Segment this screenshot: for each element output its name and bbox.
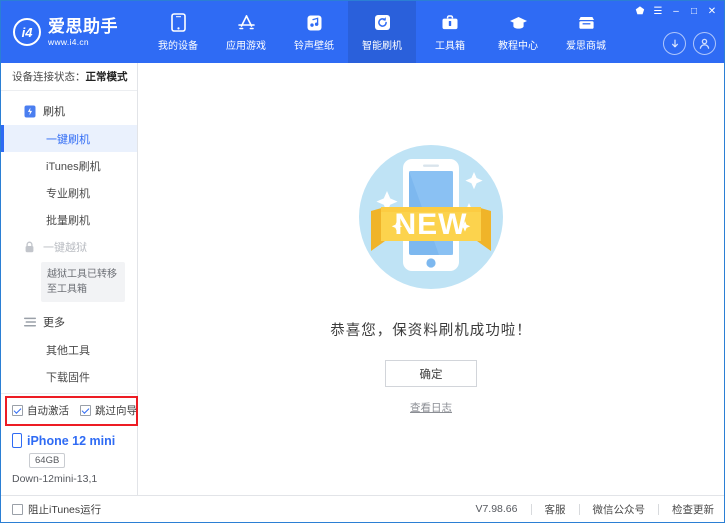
sidebar-item-one-key-flash[interactable]: 一键刷机: [1, 125, 137, 152]
option-skip-wizard[interactable]: 跳过向导: [80, 403, 137, 418]
nav-label: 爱思商城: [566, 37, 606, 52]
window-controls: ⬟ ☰ – □ ✕: [632, 4, 720, 18]
connection-status-value: 正常模式: [86, 69, 128, 84]
sidebar-item-pro-flash[interactable]: 专业刷机: [1, 179, 137, 206]
option-auto-activate[interactable]: 自动激活: [12, 403, 69, 418]
lock-icon: [23, 240, 36, 253]
skip-wizard-checkbox[interactable]: [80, 405, 91, 416]
sidebar-item-label: 其他工具: [46, 342, 90, 358]
main-nav: 我的设备 应用游戏 铃声壁纸 智能刷机: [144, 1, 620, 63]
sidebar-item-label: 一键越狱: [43, 239, 87, 255]
nav-item-i4-store[interactable]: 爱思商城: [552, 1, 620, 63]
toolbox-icon: [440, 13, 460, 33]
sidebar-menu: 刷机 一键刷机 iTunes刷机 专业刷机 批量刷机: [1, 91, 137, 393]
divider: [579, 504, 580, 515]
divider: [531, 504, 532, 515]
connection-status: 设备连接状态：正常模式: [1, 63, 137, 91]
nav-label: 我的设备: [158, 37, 198, 52]
auto-activate-checkbox[interactable]: [12, 405, 23, 416]
device-name-row: iPhone 12 mini: [12, 433, 137, 448]
block-itunes-option[interactable]: 阻止iTunes运行: [12, 502, 101, 517]
sidebar-item-batch-flash[interactable]: 批量刷机: [1, 206, 137, 233]
app-logo: i4 爱思助手 www.i4.cn: [1, 1, 138, 63]
main-content: NEW 恭喜您，保资料刷机成功啦！ 确定 查看日志: [138, 63, 724, 495]
sidebar-item-label: iTunes刷机: [46, 158, 101, 174]
device-name: iPhone 12 mini: [27, 434, 115, 448]
logo-text: 爱思助手 www.i4.cn: [48, 18, 118, 47]
graduation-icon: [508, 13, 528, 33]
success-message: 恭喜您，保资料刷机成功啦！: [330, 319, 532, 340]
logo-badge-icon: i4: [13, 18, 41, 46]
sidebar-item-one-key-jailbreak: 一键越狱: [1, 233, 137, 260]
sidebar-group-more[interactable]: 更多: [1, 308, 137, 336]
sidebar-group-label: 更多: [43, 314, 65, 330]
shop-icon: [576, 13, 596, 33]
music-icon: [304, 13, 324, 33]
wechat-official-link[interactable]: 微信公众号: [593, 502, 646, 517]
option-label: 跳过向导: [95, 403, 137, 418]
nav-item-apps-games[interactable]: 应用游戏: [212, 1, 280, 63]
nav-label: 工具箱: [435, 37, 465, 52]
sidebar-item-label: 专业刷机: [46, 185, 90, 201]
device-icon: [12, 433, 22, 448]
divider: [658, 504, 659, 515]
sidebar-group-label: 刷机: [43, 103, 65, 119]
status-bar: 阻止iTunes运行 V7.98.66 客服 微信公众号 检查更新: [1, 495, 724, 522]
sidebar-item-label: 下载固件: [46, 369, 90, 385]
block-itunes-checkbox[interactable]: [12, 504, 23, 515]
device-capacity-badge: 64GB: [29, 453, 65, 468]
nav-label: 教程中心: [498, 37, 538, 52]
shield-icon[interactable]: ⬟: [632, 4, 648, 18]
download-icon[interactable]: [663, 32, 686, 55]
customer-service-link[interactable]: 客服: [545, 502, 566, 517]
jailbreak-tooltip: 越狱工具已转移至工具箱: [41, 262, 125, 302]
nav-item-my-device[interactable]: 我的设备: [144, 1, 212, 63]
confirm-button[interactable]: 确定: [385, 360, 477, 387]
view-log-link[interactable]: 查看日志: [410, 400, 452, 415]
sidebar-item-other-tools[interactable]: 其他工具: [1, 336, 137, 363]
phone-flash-icon: [23, 105, 36, 118]
list-icon: [23, 316, 36, 329]
menu-icon[interactable]: ☰: [650, 4, 666, 18]
i4-assistant-window: i4 爱思助手 www.i4.cn 我的设备 应用游戏: [0, 0, 725, 523]
check-update-link[interactable]: 检查更新: [672, 502, 714, 517]
status-bar-right: V7.98.66 客服 微信公众号 检查更新: [475, 502, 714, 517]
nav-item-tutorial-center[interactable]: 教程中心: [484, 1, 552, 63]
account-icon[interactable]: [693, 32, 716, 55]
nav-label: 智能刷机: [362, 37, 402, 52]
logo-name: 爱思助手: [48, 18, 118, 35]
device-info[interactable]: iPhone 12 mini 64GB Down-12mini-13,1: [1, 426, 137, 495]
block-itunes-label: 阻止iTunes运行: [28, 502, 101, 517]
appstore-icon: [236, 13, 256, 33]
maximize-icon[interactable]: □: [686, 4, 702, 18]
connection-status-label: 设备连接状态：: [12, 69, 86, 84]
sidebar-item-label: 一键刷机: [46, 131, 90, 147]
close-icon[interactable]: ✕: [704, 4, 720, 18]
minimize-icon[interactable]: –: [668, 4, 684, 18]
phone-icon: [168, 13, 188, 33]
new-phone-badge-illustration: NEW: [341, 129, 521, 309]
sidebar-group-flash[interactable]: 刷机: [1, 97, 137, 125]
refresh-icon: [372, 13, 392, 33]
app-header: i4 爱思助手 www.i4.cn 我的设备 应用游戏: [1, 1, 724, 63]
sidebar-item-itunes-flash[interactable]: iTunes刷机: [1, 152, 137, 179]
sidebar-bottom: 自动激活 跳过向导 iPhone 12 mini 64GB: [1, 393, 137, 495]
device-model: Down-12mini-13,1: [12, 473, 137, 485]
flash-options: 自动激活 跳过向导: [1, 393, 137, 426]
header-actions: [663, 32, 716, 55]
sidebar: 设备连接状态：正常模式 刷机 一键刷机 iTunes刷机 专业刷机: [1, 63, 138, 495]
nav-label: 铃声壁纸: [294, 37, 334, 52]
logo-url: www.i4.cn: [48, 38, 118, 47]
nav-item-smart-flash[interactable]: 智能刷机: [348, 1, 416, 63]
sidebar-item-label: 批量刷机: [46, 212, 90, 228]
nav-item-ringtones-wallpaper[interactable]: 铃声壁纸: [280, 1, 348, 63]
app-body: 设备连接状态：正常模式 刷机 一键刷机 iTunes刷机 专业刷机: [1, 63, 724, 495]
version-label: V7.98.66: [475, 503, 517, 515]
nav-item-toolbox[interactable]: 工具箱: [416, 1, 484, 63]
sidebar-item-download-firmware[interactable]: 下载固件: [1, 363, 137, 390]
option-label: 自动激活: [27, 403, 69, 418]
svg-text:NEW: NEW: [395, 208, 468, 241]
nav-label: 应用游戏: [226, 37, 266, 52]
